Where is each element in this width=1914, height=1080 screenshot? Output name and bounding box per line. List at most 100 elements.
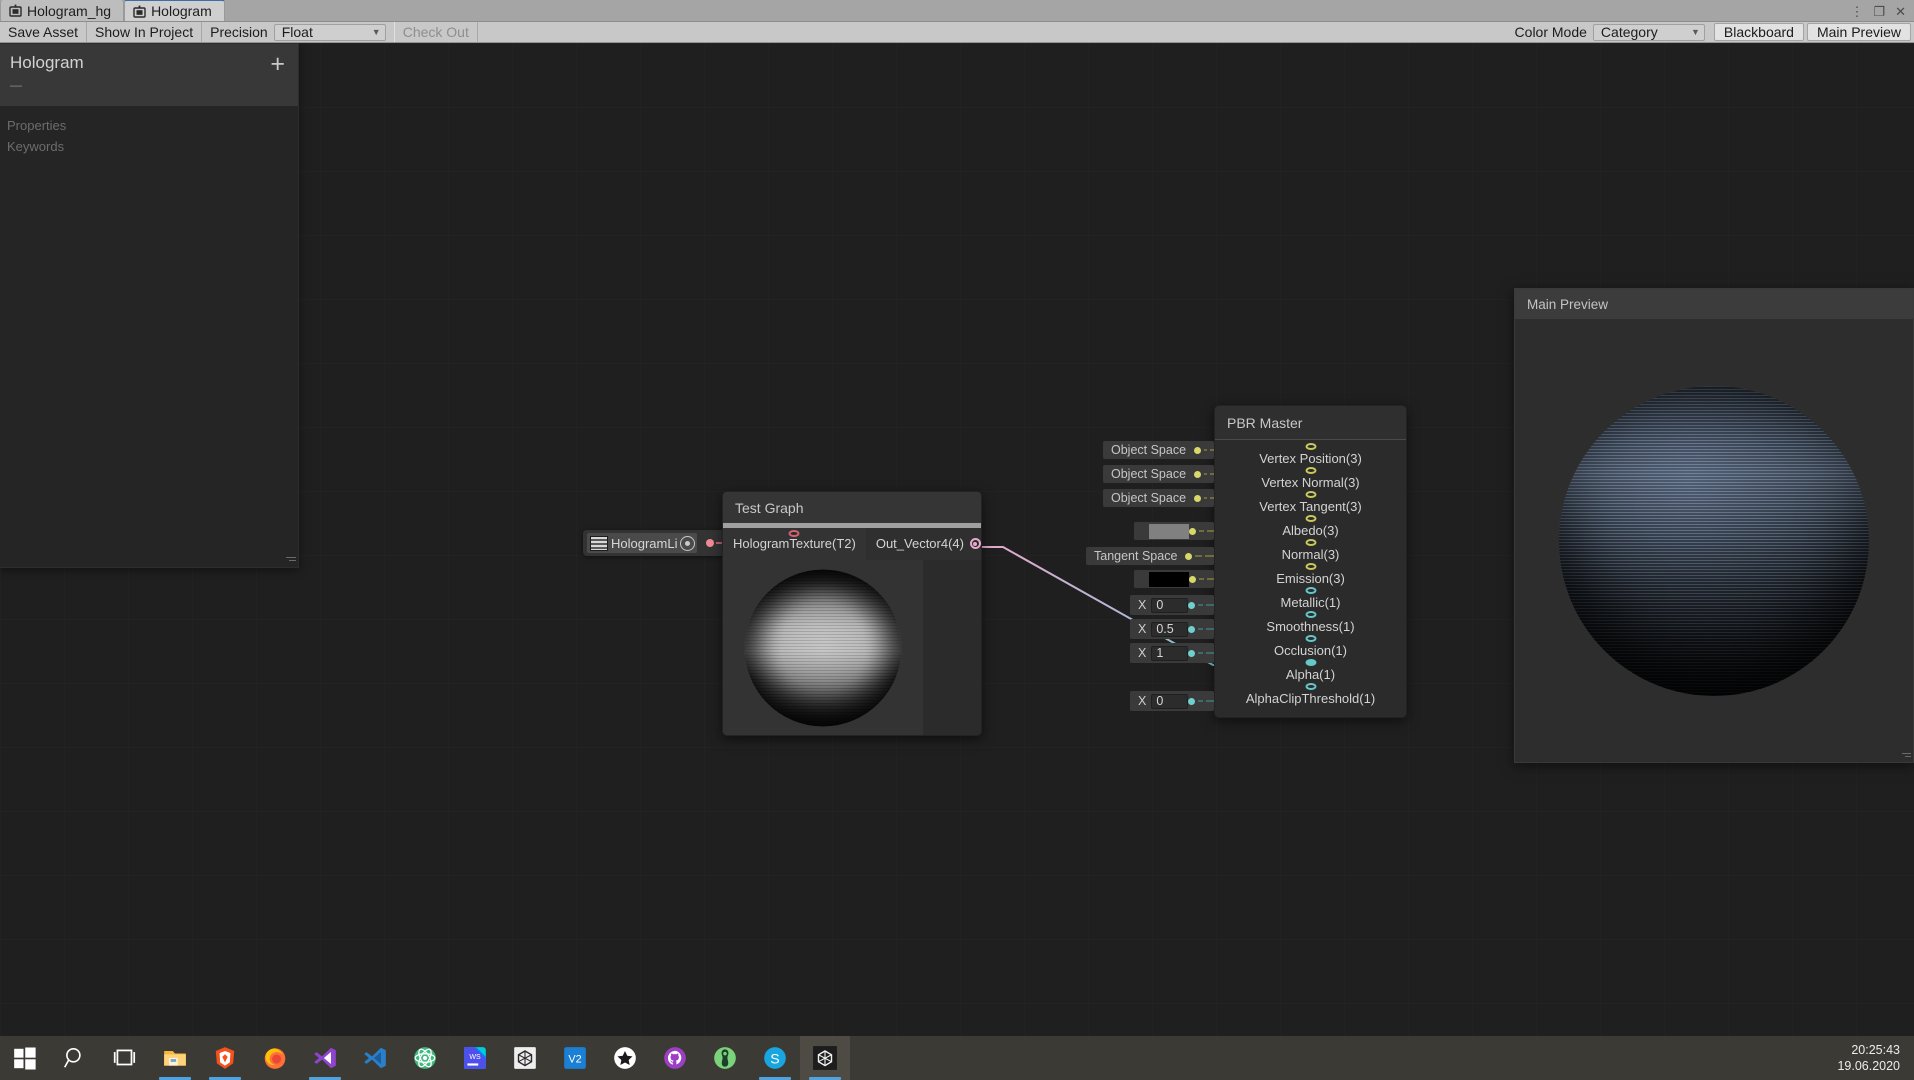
vs-code-button[interactable] bbox=[350, 1036, 400, 1080]
vec3-port-icon[interactable] bbox=[1305, 563, 1316, 570]
property-chip[interactable]: HologramLi bbox=[587, 533, 698, 553]
vec3-port-icon[interactable] bbox=[1305, 443, 1316, 450]
metallic-number-field[interactable]: 0 bbox=[1151, 597, 1189, 613]
main-preview-toggle[interactable]: Main Preview bbox=[1806, 23, 1911, 41]
vec3-port-icon[interactable] bbox=[1189, 527, 1197, 535]
save-asset-button[interactable]: Save Asset bbox=[0, 22, 88, 42]
graph-canvas[interactable]: Hologram — + Properties Keywords Hologra… bbox=[0, 43, 1914, 1036]
vmware-button[interactable]: V2 bbox=[550, 1036, 600, 1080]
float-port-icon[interactable] bbox=[1188, 649, 1196, 657]
webstorm-button[interactable]: WS bbox=[450, 1036, 500, 1080]
pbr-slot-vertex-tangent[interactable]: Vertex Tangent(3) bbox=[1215, 491, 1406, 515]
expand-node-icon[interactable] bbox=[680, 535, 696, 551]
blackboard-toggle[interactable]: Blackboard bbox=[1713, 23, 1804, 41]
node-test-graph[interactable]: Test Graph HologramTexture(T2) Out_Vecto… bbox=[722, 491, 982, 736]
main-preview-window[interactable]: Main Preview bbox=[1514, 288, 1914, 763]
system-clock[interactable]: 20:25:43 19.06.2020 bbox=[1837, 1042, 1914, 1074]
firefox-button[interactable] bbox=[250, 1036, 300, 1080]
input-emission-color[interactable] bbox=[1134, 570, 1215, 588]
visual-studio-button[interactable] bbox=[300, 1036, 350, 1080]
main-preview-resize-handle[interactable] bbox=[1902, 751, 1911, 760]
input-occlusion-value[interactable]: X 1 bbox=[1130, 643, 1214, 663]
atom-button[interactable] bbox=[400, 1036, 450, 1080]
input-smoothness-value[interactable]: X 0.5 bbox=[1130, 619, 1214, 639]
precision-dropdown[interactable]: Float ▼ bbox=[273, 23, 386, 41]
pbr-slot-emission[interactable]: Emission(3) bbox=[1215, 563, 1406, 587]
close-window-icon[interactable]: ✕ bbox=[1895, 5, 1906, 18]
input-alpha-clip-threshold-value[interactable]: X 0 bbox=[1130, 691, 1214, 711]
input-albedo-color[interactable] bbox=[1134, 522, 1215, 540]
restore-window-icon[interactable]: ❐ bbox=[1873, 5, 1885, 18]
vec3-port-icon[interactable] bbox=[1305, 467, 1316, 474]
float-port-icon[interactable] bbox=[1305, 683, 1316, 690]
input-vertex-normal-space[interactable]: Object Space bbox=[1103, 465, 1214, 483]
vector4-output-port-icon[interactable] bbox=[969, 538, 981, 549]
vec3-port-icon[interactable] bbox=[1194, 470, 1202, 478]
main-preview-body[interactable] bbox=[1515, 319, 1913, 762]
show-in-project-button[interactable]: Show In Project bbox=[87, 22, 203, 42]
alpha-clip-number-field[interactable]: 0 bbox=[1151, 693, 1189, 709]
pbr-slot-vertex-normal[interactable]: Vertex Normal(3) bbox=[1215, 467, 1406, 491]
input-vertex-position-space[interactable]: Object Space bbox=[1103, 441, 1214, 459]
wire-stub bbox=[1199, 578, 1205, 580]
pbr-slot-smoothness[interactable]: Smoothness(1) bbox=[1215, 611, 1406, 635]
pbr-slot-alpha[interactable]: Alpha(1) bbox=[1215, 659, 1406, 683]
brave-browser-button[interactable] bbox=[200, 1036, 250, 1080]
pbr-slot-albedo[interactable]: Albedo(3) bbox=[1215, 515, 1406, 539]
pbr-slot-occlusion[interactable]: Occlusion(1) bbox=[1215, 635, 1406, 659]
vec3-port-icon[interactable] bbox=[1305, 539, 1316, 546]
main-preview-header[interactable]: Main Preview bbox=[1515, 289, 1913, 319]
vec3-port-icon[interactable] bbox=[1305, 515, 1316, 522]
float-port-icon[interactable] bbox=[1188, 601, 1196, 609]
unity-hub-button[interactable] bbox=[500, 1036, 550, 1080]
search-button[interactable] bbox=[50, 1036, 100, 1080]
input-vertex-tangent-space[interactable]: Object Space bbox=[1103, 489, 1214, 507]
vec3-port-icon[interactable] bbox=[1189, 575, 1197, 583]
pbr-slot-alpha-clip-threshold[interactable]: AlphaClipThreshold(1) bbox=[1215, 683, 1406, 707]
color-mode-dropdown[interactable]: Category ▼ bbox=[1592, 23, 1705, 41]
float-port-icon[interactable] bbox=[1305, 635, 1316, 642]
float-port-icon[interactable] bbox=[1305, 587, 1316, 594]
unity-editor-button[interactable] bbox=[800, 1036, 850, 1080]
blackboard-panel[interactable]: Hologram — + Properties Keywords bbox=[0, 43, 299, 568]
property-node-hologram-light[interactable]: HologramLi bbox=[583, 530, 728, 556]
vec3-port-icon[interactable] bbox=[1194, 494, 1202, 502]
add-property-button[interactable]: + bbox=[270, 52, 285, 77]
pbr-slot-metallic[interactable]: Metallic(1) bbox=[1215, 587, 1406, 611]
vec3-port-icon[interactable] bbox=[1185, 552, 1193, 560]
task-view-button[interactable] bbox=[100, 1036, 150, 1080]
star-app-button[interactable] bbox=[600, 1036, 650, 1080]
albedo-color-swatch[interactable] bbox=[1149, 523, 1190, 539]
emission-color-swatch[interactable] bbox=[1149, 571, 1190, 587]
pbr-slot-normal[interactable]: Normal(3) bbox=[1215, 539, 1406, 563]
start-button[interactable] bbox=[0, 1036, 50, 1080]
github-desktop-button[interactable] bbox=[650, 1036, 700, 1080]
pbr-slot-vertex-position[interactable]: Vertex Position(3) bbox=[1215, 443, 1406, 467]
input-normal-space[interactable]: Tangent Space bbox=[1086, 547, 1214, 565]
smoothness-number-field[interactable]: 0.5 bbox=[1151, 621, 1189, 637]
file-explorer-button[interactable] bbox=[150, 1036, 200, 1080]
node-preview[interactable] bbox=[723, 560, 923, 735]
texture-input-port-icon[interactable] bbox=[788, 530, 800, 537]
atom-icon bbox=[412, 1045, 438, 1071]
blackboard-section-properties[interactable]: Properties bbox=[5, 115, 298, 136]
port-out-vector4[interactable]: Out_Vector4(4) bbox=[866, 528, 981, 560]
tab-hologram[interactable]: Hologram bbox=[124, 0, 225, 21]
tab-hologram-hg[interactable]: Hologram_hg bbox=[0, 0, 125, 21]
float-port-icon[interactable] bbox=[1188, 625, 1196, 633]
property-output-port[interactable] bbox=[706, 539, 715, 547]
node-pbr-master[interactable]: PBR Master Vertex Position(3) Vertex Nor… bbox=[1214, 405, 1407, 718]
input-metallic-value[interactable]: X 0 bbox=[1130, 595, 1214, 615]
blackboard-section-keywords[interactable]: Keywords bbox=[5, 136, 298, 157]
vec3-port-icon[interactable] bbox=[1305, 491, 1316, 498]
more-options-icon[interactable]: ⋮ bbox=[1850, 5, 1863, 18]
skype-button[interactable]: S bbox=[750, 1036, 800, 1080]
port-hologram-texture[interactable]: HologramTexture(T2) bbox=[723, 528, 866, 560]
float-port-icon[interactable] bbox=[1305, 611, 1316, 618]
float-port-icon-connected[interactable] bbox=[1305, 659, 1316, 666]
vec3-port-icon[interactable] bbox=[1194, 446, 1202, 454]
blackboard-resize-handle[interactable] bbox=[286, 555, 296, 565]
android-studio-button[interactable] bbox=[700, 1036, 750, 1080]
float-port-icon[interactable] bbox=[1188, 697, 1196, 705]
occlusion-number-field[interactable]: 1 bbox=[1151, 645, 1189, 661]
